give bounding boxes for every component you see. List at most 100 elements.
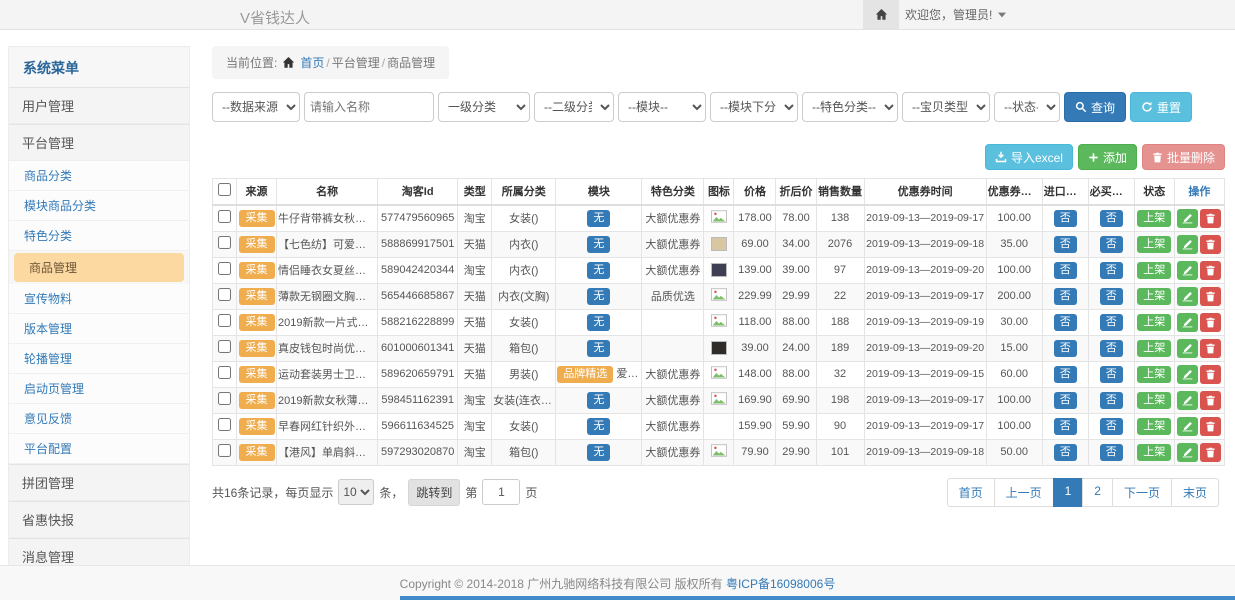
status-toggle[interactable]: 上架 — [1137, 340, 1171, 357]
status-toggle[interactable]: 上架 — [1137, 418, 1171, 435]
edit-button[interactable] — [1177, 365, 1198, 384]
status-toggle[interactable]: 上架 — [1137, 444, 1171, 461]
status-toggle[interactable]: 上架 — [1137, 236, 1171, 253]
must-buy-toggle[interactable]: 否 — [1100, 236, 1123, 253]
edit-button[interactable] — [1177, 443, 1198, 462]
page-number-input[interactable] — [482, 479, 520, 505]
row-checkbox[interactable] — [218, 418, 231, 431]
edit-button[interactable] — [1177, 209, 1198, 228]
edit-button[interactable] — [1177, 417, 1198, 436]
select-all-checkbox[interactable] — [218, 183, 231, 196]
row-checkbox[interactable] — [218, 288, 231, 301]
imported-toggle[interactable]: 否 — [1054, 444, 1077, 461]
sidebar-item-message[interactable]: 消息管理 — [9, 538, 189, 567]
must-buy-toggle[interactable]: 否 — [1100, 418, 1123, 435]
imported-toggle[interactable]: 否 — [1054, 210, 1077, 227]
filter-level1-category-select[interactable]: 一级分类 — [438, 92, 530, 122]
status-toggle[interactable]: 上架 — [1137, 288, 1171, 305]
imported-toggle[interactable]: 否 — [1054, 418, 1077, 435]
status-toggle[interactable]: 上架 — [1137, 314, 1171, 331]
edit-button[interactable] — [1177, 313, 1198, 332]
filter-status-select[interactable]: --状态-- — [994, 92, 1060, 122]
must-buy-toggle[interactable]: 否 — [1100, 366, 1123, 383]
page-button-1[interactable]: 1 — [1053, 478, 1084, 507]
row-checkbox[interactable] — [218, 314, 231, 327]
sidebar-item-version[interactable]: 版本管理 — [9, 314, 189, 344]
row-checkbox[interactable] — [218, 236, 231, 249]
icp-link[interactable]: 粤ICP备16098006号 — [726, 575, 835, 592]
sidebar-item-platform[interactable]: 平台管理 — [9, 124, 189, 161]
home-nav-button[interactable] — [863, 0, 899, 29]
imported-toggle[interactable]: 否 — [1054, 314, 1077, 331]
delete-button[interactable] — [1200, 417, 1221, 436]
breadcrumb-item[interactable]: 首页 — [300, 56, 324, 70]
must-buy-toggle[interactable]: 否 — [1100, 288, 1123, 305]
delete-button[interactable] — [1200, 313, 1221, 332]
delete-button[interactable] — [1200, 235, 1221, 254]
sidebar-item-module-goods-category[interactable]: 模块商品分类 — [9, 191, 189, 221]
must-buy-toggle[interactable]: 否 — [1100, 392, 1123, 409]
sidebar-item-users[interactable]: 用户管理 — [9, 87, 189, 124]
delete-button[interactable] — [1200, 365, 1221, 384]
search-button[interactable]: 查询 — [1064, 92, 1126, 122]
sidebar-item-promo-material[interactable]: 宣传物料 — [9, 284, 189, 314]
import-excel-button[interactable]: 导入excel — [985, 144, 1073, 170]
edit-button[interactable] — [1177, 235, 1198, 254]
page-button-末页[interactable]: 末页 — [1171, 478, 1219, 507]
per-page-select[interactable]: 10 — [338, 479, 374, 505]
status-toggle[interactable]: 上架 — [1137, 392, 1171, 409]
imported-toggle[interactable]: 否 — [1054, 392, 1077, 409]
status-toggle[interactable]: 上架 — [1137, 210, 1171, 227]
row-checkbox[interactable] — [218, 262, 231, 275]
row-checkbox[interactable] — [218, 210, 231, 223]
status-toggle[interactable]: 上架 — [1137, 366, 1171, 383]
delete-button[interactable] — [1200, 339, 1221, 358]
filter-feature-category-select[interactable]: --特色分类-- — [802, 92, 898, 122]
row-checkbox[interactable] — [218, 340, 231, 353]
page-button-首页[interactable]: 首页 — [947, 478, 995, 507]
imported-toggle[interactable]: 否 — [1054, 340, 1077, 357]
filter-level2-category-select[interactable]: --二级分类-- — [534, 92, 614, 122]
delete-button[interactable] — [1200, 287, 1221, 306]
page-button-上一页[interactable]: 上一页 — [994, 478, 1054, 507]
must-buy-toggle[interactable]: 否 — [1100, 444, 1123, 461]
imported-toggle[interactable]: 否 — [1054, 236, 1077, 253]
filter-module-select[interactable]: --模块-- — [618, 92, 706, 122]
filter-item-type-select[interactable]: --宝贝类型-- — [902, 92, 990, 122]
jump-button[interactable]: 跳转到 — [408, 479, 460, 506]
reset-button[interactable]: 重置 — [1130, 92, 1192, 122]
edit-button[interactable] — [1177, 261, 1198, 280]
sidebar-item-feature-category[interactable]: 特色分类 — [9, 221, 189, 251]
sidebar-item-saving-express[interactable]: 省惠快报 — [9, 501, 189, 538]
page-button-2[interactable]: 2 — [1082, 478, 1113, 507]
sidebar-item-platform-config[interactable]: 平台配置 — [9, 434, 189, 464]
must-buy-toggle[interactable]: 否 — [1100, 262, 1123, 279]
must-buy-toggle[interactable]: 否 — [1100, 210, 1123, 227]
user-menu[interactable]: 欢迎您，管理员! — [905, 0, 1006, 29]
imported-toggle[interactable]: 否 — [1054, 288, 1077, 305]
must-buy-toggle[interactable]: 否 — [1100, 314, 1123, 331]
sidebar-item-feedback[interactable]: 意见反馈 — [9, 404, 189, 434]
must-buy-toggle[interactable]: 否 — [1100, 340, 1123, 357]
row-checkbox[interactable] — [218, 392, 231, 405]
sidebar-item-carousel[interactable]: 轮播管理 — [9, 344, 189, 374]
sidebar-item-group-buying[interactable]: 拼团管理 — [9, 464, 189, 501]
delete-button[interactable] — [1200, 391, 1221, 410]
page-button-下一页[interactable]: 下一页 — [1112, 478, 1172, 507]
delete-button[interactable] — [1200, 261, 1221, 280]
edit-button[interactable] — [1177, 391, 1198, 410]
filter-module-sub-category-select[interactable]: --模块下分类-- — [710, 92, 798, 122]
filter-data-source-select[interactable]: --数据来源-- — [212, 92, 300, 122]
name-search-input[interactable] — [304, 92, 434, 122]
sidebar-item-splash-page[interactable]: 启动页管理 — [9, 374, 189, 404]
add-button[interactable]: 添加 — [1078, 144, 1137, 170]
sidebar-item-goods-management[interactable]: 商品管理 — [14, 253, 184, 282]
batch-delete-button[interactable]: 批量删除 — [1142, 144, 1225, 170]
edit-button[interactable] — [1177, 339, 1198, 358]
imported-toggle[interactable]: 否 — [1054, 262, 1077, 279]
imported-toggle[interactable]: 否 — [1054, 366, 1077, 383]
sidebar-item-goods-category[interactable]: 商品分类 — [9, 161, 189, 191]
edit-button[interactable] — [1177, 287, 1198, 306]
delete-button[interactable] — [1200, 443, 1221, 462]
status-toggle[interactable]: 上架 — [1137, 262, 1171, 279]
